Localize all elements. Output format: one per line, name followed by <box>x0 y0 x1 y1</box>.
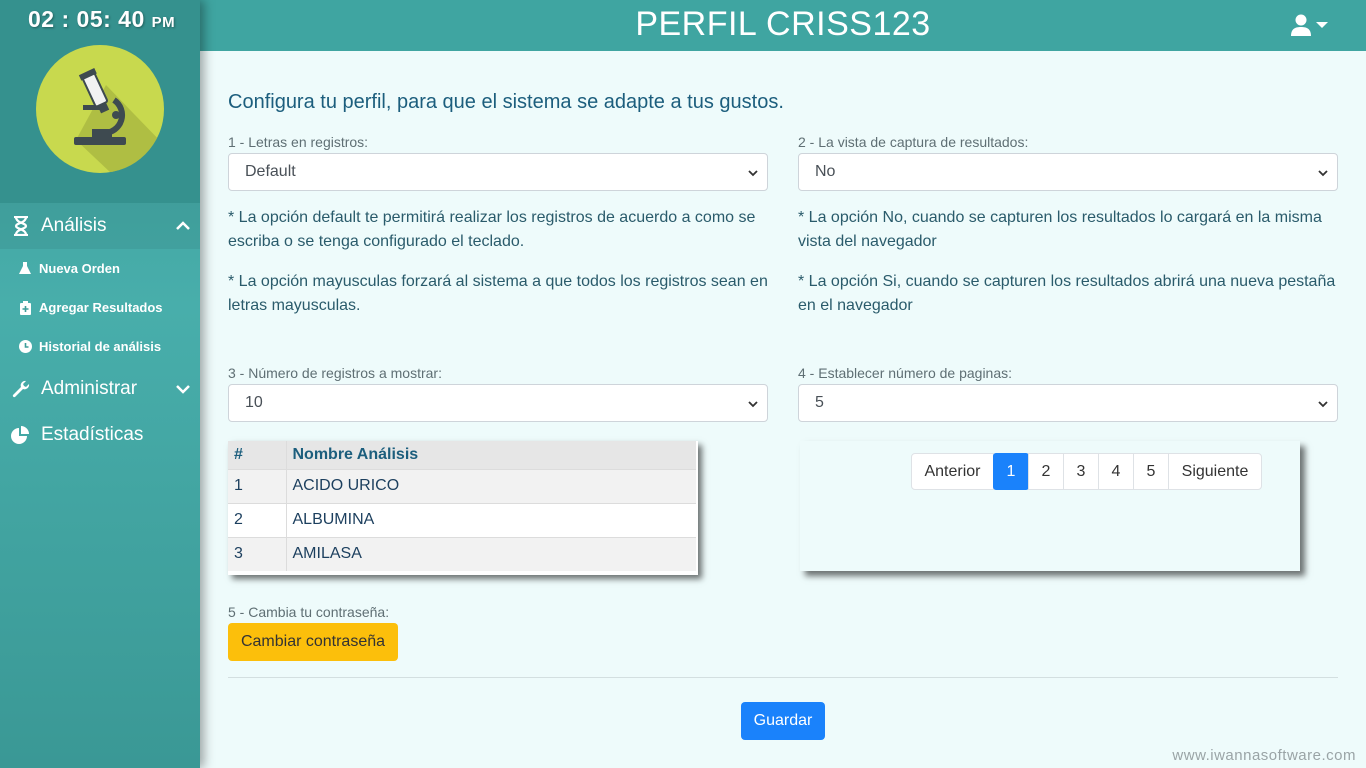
sidebar-section-label: Estadísticas <box>41 424 144 445</box>
table-cell-number: 1 <box>228 468 287 503</box>
table-cell-number: 3 <box>228 536 287 571</box>
clock-ampm: PM <box>151 14 176 31</box>
field2-note1: * La opción No, cuando se capturen los r… <box>798 209 1322 250</box>
user-menu[interactable] <box>1290 14 1328 36</box>
pagination-prev[interactable]: Anterior <box>911 453 994 490</box>
field1-note2: * La opción mayusculas forzará al sistem… <box>228 273 768 314</box>
pagination: Anterior 1 2 3 4 5 Siguiente <box>911 453 1262 490</box>
records-preview-table: # Nombre Análisis 1 ACIDO URICO 2 ALBUMI… <box>228 441 698 575</box>
intro-text: Configura tu perfil, para que el sistema… <box>228 91 784 113</box>
hourglass-icon <box>10 215 32 237</box>
pages-select[interactable]: 5 <box>798 384 1338 422</box>
field2-note2: * La opción Si, cuando se capturen los r… <box>798 273 1336 314</box>
field4-label: 4 - Establecer número de paginas: <box>798 365 1013 381</box>
sidebar-section-label: Análisis <box>41 215 107 236</box>
table-cell-name: ALBUMINA <box>286 502 696 537</box>
pagination-page-1[interactable]: 1 <box>993 453 1029 490</box>
pagination-page-4[interactable]: 4 <box>1098 453 1134 490</box>
sidebar-item-label: Agregar Resultados <box>39 300 163 315</box>
clock-icon <box>18 340 32 354</box>
chevron-down-icon <box>748 401 758 408</box>
sidebar-item-historial[interactable]: Historial de análisis <box>0 327 200 366</box>
clipboard-plus-icon <box>18 300 32 315</box>
table-row: 3 AMILASA <box>228 536 696 571</box>
sidebar: 02 : 05: 40 PM Análisis Nueva Orden Agre… <box>0 0 200 768</box>
clock-time: 02 : 05: 40 <box>28 6 145 32</box>
pagination-next[interactable]: Siguiente <box>1168 453 1262 490</box>
field5-label: 5 - Cambia tu contraseña: <box>228 604 390 620</box>
pagination-page-3[interactable]: 3 <box>1063 453 1099 490</box>
wrench-icon <box>10 378 32 400</box>
records-select-value: 10 <box>245 394 263 411</box>
field1-label: 1 - Letras en registros: <box>228 134 369 150</box>
header-bar: PERFIL CRISS123 <box>200 0 1366 51</box>
table-header-row: # Nombre Análisis <box>228 441 696 469</box>
sidebar-item-agregar-resultados[interactable]: Agregar Resultados <box>0 288 200 327</box>
watermark: www.iwannasoftware.com <box>1172 747 1356 764</box>
user-icon <box>1291 14 1311 36</box>
divider <box>228 677 1338 678</box>
table-header-number: # <box>228 441 287 469</box>
letters-select-value: Default <box>245 163 296 180</box>
pagination-page-5[interactable]: 5 <box>1133 453 1169 490</box>
sidebar-item-label: Historial de análisis <box>39 339 162 354</box>
sidebar-item-nueva-orden[interactable]: Nueva Orden <box>0 249 200 288</box>
field3-label: 3 - Número de registros a mostrar: <box>228 365 442 381</box>
chevron-down-icon <box>1318 401 1328 408</box>
table-cell-name: AMILASA <box>286 536 696 571</box>
capture-view-select-value: No <box>815 163 836 180</box>
table-cell-name: ACIDO URICO <box>286 468 696 503</box>
records-select[interactable]: 10 <box>228 384 768 422</box>
capture-view-select[interactable]: No <box>798 153 1338 191</box>
change-password-button[interactable]: Cambiar contraseña <box>228 623 398 661</box>
pagination-page-2[interactable]: 2 <box>1028 453 1064 490</box>
chevron-down-icon <box>748 170 758 177</box>
field1-note1: * La opción default te permitirá realiza… <box>228 209 756 250</box>
sidebar-section-label: Administrar <box>41 378 138 399</box>
pagination-preview: Anterior 1 2 3 4 5 Siguiente <box>800 441 1300 571</box>
pie-chart-icon <box>10 424 32 446</box>
microscope-logo <box>36 45 164 173</box>
letters-select[interactable]: Default <box>228 153 768 191</box>
field2-label: 2 - La vista de captura de resultados: <box>798 134 1029 150</box>
clock: 02 : 05: 40 PM <box>28 6 175 33</box>
page-title: PERFIL CRISS123 <box>635 5 931 43</box>
sidebar-section-analisis[interactable]: Análisis <box>0 203 200 249</box>
pages-select-value: 5 <box>815 394 824 411</box>
chevron-down-icon <box>176 385 190 394</box>
table-header-name: Nombre Análisis <box>286 441 696 469</box>
sidebar-item-label: Nueva Orden <box>39 261 120 276</box>
sidebar-header: 02 : 05: 40 PM <box>0 0 200 203</box>
sidebar-section-administrar[interactable]: Administrar <box>0 366 200 412</box>
chevron-down-icon <box>1318 170 1328 177</box>
table-cell-number: 2 <box>228 502 287 537</box>
table-row: 1 ACIDO URICO <box>228 468 696 503</box>
save-button[interactable]: Guardar <box>741 702 825 740</box>
flask-icon <box>18 262 32 276</box>
table-row: 2 ALBUMINA <box>228 502 696 537</box>
chevron-up-icon <box>176 221 190 230</box>
sidebar-section-estadisticas[interactable]: Estadísticas <box>0 412 200 458</box>
caret-down-icon <box>1316 22 1328 28</box>
